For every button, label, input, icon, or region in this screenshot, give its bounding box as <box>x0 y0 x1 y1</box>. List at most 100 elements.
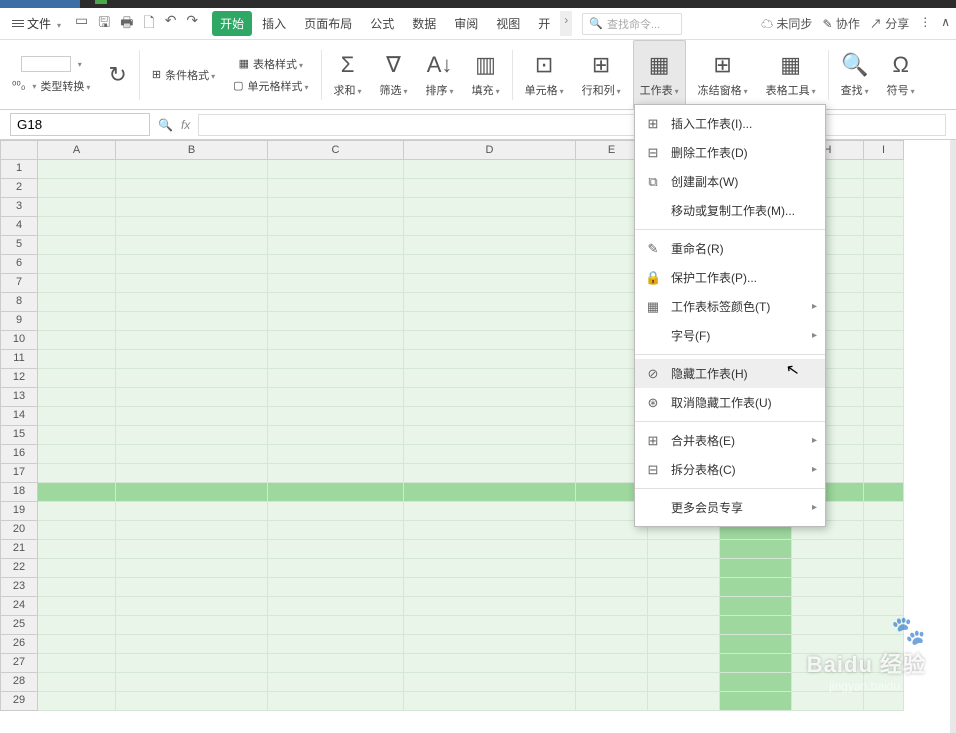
cell[interactable] <box>576 616 648 635</box>
col-header-A[interactable]: A <box>38 140 116 160</box>
cell[interactable] <box>38 578 116 597</box>
cell[interactable] <box>268 673 404 692</box>
cell[interactable] <box>720 578 792 597</box>
cell[interactable] <box>404 369 576 388</box>
cell[interactable] <box>648 578 720 597</box>
row-header[interactable]: 29 <box>0 692 38 711</box>
tab-formula[interactable]: 公式 <box>362 11 402 36</box>
col-header-C[interactable]: C <box>268 140 404 160</box>
cell[interactable] <box>576 559 648 578</box>
cell[interactable] <box>404 502 576 521</box>
cell[interactable] <box>268 597 404 616</box>
cell[interactable] <box>404 255 576 274</box>
sheet-button[interactable]: ▦工作表 <box>633 40 686 109</box>
cell[interactable] <box>648 654 720 673</box>
cell[interactable] <box>116 673 268 692</box>
qat-new-icon[interactable]: ▭ <box>75 12 88 36</box>
cell[interactable] <box>576 540 648 559</box>
cell[interactable] <box>864 673 904 692</box>
symbol-button[interactable]: Ω符号 <box>881 40 921 109</box>
menu-item[interactable]: ⊛取消隐藏工作表(U) <box>635 388 825 417</box>
cell[interactable] <box>38 559 116 578</box>
cell[interactable] <box>268 179 404 198</box>
cell[interactable] <box>792 540 864 559</box>
menu-item[interactable]: ⊟拆分表格(C) <box>635 455 825 484</box>
cell[interactable] <box>576 692 648 711</box>
cell[interactable] <box>864 407 904 426</box>
cell[interactable] <box>38 274 116 293</box>
sync-status[interactable]: ☁ 未同步 <box>761 15 812 32</box>
cell[interactable] <box>864 540 904 559</box>
cell[interactable] <box>576 654 648 673</box>
cell[interactable] <box>864 312 904 331</box>
cell[interactable] <box>404 635 576 654</box>
cell[interactable] <box>648 540 720 559</box>
cell[interactable] <box>720 597 792 616</box>
cell[interactable] <box>864 331 904 350</box>
cell[interactable] <box>864 426 904 445</box>
cell[interactable] <box>116 350 268 369</box>
cell[interactable] <box>404 198 576 217</box>
cell[interactable] <box>268 521 404 540</box>
menu-item[interactable]: 🔒保护工作表(P)... <box>635 263 825 292</box>
cell[interactable] <box>116 597 268 616</box>
cell[interactable] <box>116 312 268 331</box>
menu-item[interactable]: ⧉创建副本(W) <box>635 167 825 196</box>
cell[interactable] <box>864 179 904 198</box>
cell[interactable] <box>38 331 116 350</box>
cell[interactable] <box>864 160 904 179</box>
cell[interactable] <box>404 217 576 236</box>
cell[interactable] <box>116 559 268 578</box>
cell[interactable] <box>268 160 404 179</box>
cell[interactable] <box>404 578 576 597</box>
row-header[interactable]: 16 <box>0 445 38 464</box>
cell[interactable] <box>404 597 576 616</box>
cell[interactable] <box>38 198 116 217</box>
cell[interactable] <box>268 483 404 502</box>
qat-print-icon[interactable]: 🖶 <box>120 12 133 36</box>
select-all-corner[interactable] <box>0 140 38 160</box>
row-header[interactable]: 3 <box>0 198 38 217</box>
cell[interactable] <box>116 369 268 388</box>
cell[interactable] <box>864 483 904 502</box>
cell[interactable] <box>38 597 116 616</box>
cell[interactable] <box>116 654 268 673</box>
cell[interactable] <box>116 160 268 179</box>
qat-undo-icon[interactable]: ↶ <box>165 12 177 36</box>
cell[interactable] <box>864 369 904 388</box>
row-header[interactable]: 17 <box>0 464 38 483</box>
row-header[interactable]: 10 <box>0 331 38 350</box>
cell[interactable] <box>38 540 116 559</box>
command-search[interactable]: 🔍 查找命令... <box>582 13 682 35</box>
cell[interactable] <box>864 521 904 540</box>
row-header[interactable]: 12 <box>0 369 38 388</box>
rowcol-button[interactable]: ⊞行和列 <box>576 40 627 109</box>
cell[interactable] <box>404 274 576 293</box>
cell[interactable] <box>268 198 404 217</box>
cell[interactable] <box>648 692 720 711</box>
fx-label[interactable]: fx <box>181 118 190 132</box>
cell[interactable] <box>792 654 864 673</box>
filter-button[interactable]: ∇筛选 <box>374 40 414 109</box>
cell[interactable] <box>404 331 576 350</box>
menu-item[interactable]: ⊞合并表格(E) <box>635 426 825 455</box>
qat-save-icon[interactable]: 🖫 <box>98 12 110 36</box>
cell[interactable] <box>720 540 792 559</box>
row-header[interactable]: 11 <box>0 350 38 369</box>
cell[interactable] <box>792 692 864 711</box>
cell[interactable] <box>38 293 116 312</box>
cell[interactable] <box>38 236 116 255</box>
cell[interactable] <box>116 331 268 350</box>
tab-start[interactable]: 开始 <box>212 11 252 36</box>
cell[interactable] <box>648 597 720 616</box>
cell[interactable] <box>116 388 268 407</box>
cell[interactable] <box>648 559 720 578</box>
row-header[interactable]: 7 <box>0 274 38 293</box>
cell[interactable] <box>404 445 576 464</box>
cell[interactable] <box>38 388 116 407</box>
menu-item[interactable]: 字号(F) <box>635 321 825 350</box>
cell[interactable] <box>720 654 792 673</box>
cell[interactable] <box>268 255 404 274</box>
cell[interactable] <box>268 312 404 331</box>
cell[interactable] <box>404 350 576 369</box>
